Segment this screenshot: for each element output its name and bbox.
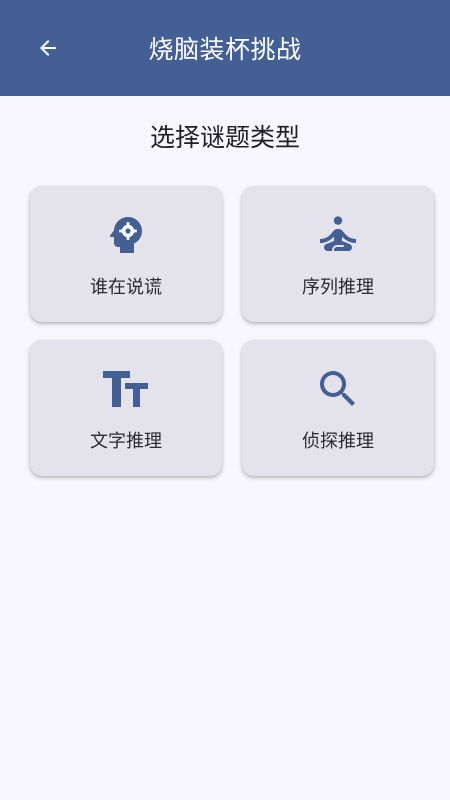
category-card-detective[interactable]: 侦探推理	[242, 340, 434, 476]
category-card-sequence[interactable]: 序列推理	[242, 186, 434, 322]
head-gear-icon	[30, 210, 222, 260]
category-label: 文字推理	[90, 431, 162, 452]
screen: 烧脑装杯挑战 选择谜题类型 谁在说谎 序列推理 文字推理 侦探推理	[0, 0, 450, 800]
text-size-icon	[30, 364, 222, 414]
category-card-text[interactable]: 文字推理	[30, 340, 222, 476]
app-title: 烧脑装杯挑战	[148, 35, 302, 64]
app-bar: 烧脑装杯挑战	[0, 0, 450, 96]
category-label: 侦探推理	[302, 431, 374, 452]
category-label: 谁在说谎	[90, 277, 162, 298]
meditation-icon	[242, 210, 434, 260]
section-title: 选择谜题类型	[149, 123, 300, 152]
search-icon	[242, 364, 434, 414]
category-label: 序列推理	[302, 277, 374, 298]
category-card-liar[interactable]: 谁在说谎	[30, 186, 222, 322]
